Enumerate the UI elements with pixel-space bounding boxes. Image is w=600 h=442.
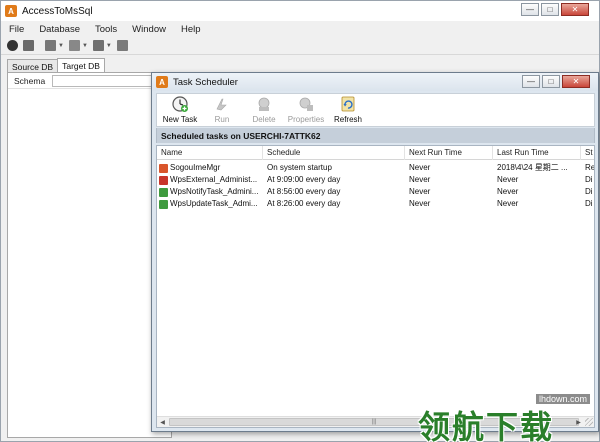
task-name-cell: WpsExternal_Administ... xyxy=(157,174,263,186)
new-task-button[interactable]: New Task xyxy=(159,94,201,126)
task-next-run: Never xyxy=(409,199,431,208)
script-icon[interactable] xyxy=(92,40,104,51)
properties-label: Properties xyxy=(287,115,325,124)
column-schedule[interactable]: Schedule xyxy=(263,146,405,160)
column-next-run-time[interactable]: Next Run Time xyxy=(405,146,493,160)
task-schedule: On system startup xyxy=(267,163,332,172)
import-icon[interactable] xyxy=(45,40,56,51)
column-last-run-time[interactable]: Last Run Time xyxy=(493,146,581,160)
ts-maximize-button[interactable]: □ xyxy=(542,75,560,88)
resize-grip-icon[interactable] xyxy=(585,418,593,426)
task-schedule: At 8:26:00 every day xyxy=(267,199,341,208)
table-row[interactable]: WpsUpdateTask_Admi... At 8:26:00 every d… xyxy=(157,198,594,210)
task-status: Di xyxy=(585,187,593,196)
wizard-icon[interactable] xyxy=(23,40,34,51)
export-icon[interactable] xyxy=(68,40,80,51)
new-task-icon xyxy=(172,96,188,112)
task-name: SogouImeMgr xyxy=(170,163,221,172)
task-icon xyxy=(159,199,168,209)
maximize-button[interactable]: □ xyxy=(541,3,559,16)
refresh-button[interactable]: Refresh xyxy=(327,94,369,126)
task-name: WpsNotifyTask_Admini... xyxy=(170,187,259,196)
task-schedule: At 9:09:00 every day xyxy=(267,175,341,184)
scheduled-tasks-banner: Scheduled tasks on USERCHI-7ATTK62 xyxy=(156,128,595,143)
main-window-title: AccessToMsSql xyxy=(22,5,93,17)
menu-database[interactable]: Database xyxy=(31,24,87,35)
refresh-label: Refresh xyxy=(333,115,362,124)
menu-bar: File Database Tools Window Help xyxy=(1,22,599,37)
main-toolbar: ▼ ▼ ▼ xyxy=(1,37,599,55)
task-status: Re xyxy=(585,163,595,172)
task-name: WpsUpdateTask_Admi... xyxy=(170,199,258,208)
script-dropdown-icon[interactable]: ▼ xyxy=(106,43,112,49)
properties-button[interactable]: Properties xyxy=(285,94,327,126)
task-last-run: 2018\4\24 星期二 ... xyxy=(497,163,568,172)
task-schedule: At 8:56:00 every day xyxy=(267,187,341,196)
minimize-button[interactable]: — xyxy=(521,3,539,16)
task-list-header: Name Schedule Next Run Time Last Run Tim… xyxy=(157,146,594,160)
task-next-run: Never xyxy=(409,187,431,196)
task-icon xyxy=(159,175,168,185)
table-row[interactable]: WpsNotifyTask_Admini... At 8:56:00 every… xyxy=(157,186,594,198)
task-last-run: Never xyxy=(497,187,519,196)
ts-minimize-button[interactable]: — xyxy=(522,75,540,88)
connect-icon[interactable] xyxy=(7,40,18,51)
stop-icon[interactable] xyxy=(116,40,128,51)
target-db-panel: Schema xyxy=(7,72,172,438)
close-button[interactable]: ✕ xyxy=(561,3,589,16)
menu-help[interactable]: Help xyxy=(173,24,208,35)
task-scheduler-window: A Task Scheduler — □ ✕ New Task Run Dele… xyxy=(151,72,599,432)
task-rows: SogouImeMgr On system startup Never 2018… xyxy=(157,162,595,210)
table-row[interactable]: WpsExternal_Administ... At 9:09:00 every… xyxy=(157,174,594,186)
column-name[interactable]: Name xyxy=(157,146,263,160)
delete-icon xyxy=(258,97,270,111)
ts-close-button[interactable]: ✕ xyxy=(562,75,590,88)
task-name-cell: WpsUpdateTask_Admi... xyxy=(157,198,263,210)
run-button[interactable]: Run xyxy=(201,94,243,126)
task-next-run: Never xyxy=(409,163,431,172)
task-scheduler-title-bar[interactable]: A Task Scheduler — □ ✕ xyxy=(152,73,598,91)
task-next-run: Never xyxy=(409,175,431,184)
task-icon xyxy=(159,187,168,197)
task-scheduler-title: Task Scheduler xyxy=(173,76,238,88)
menu-file[interactable]: File xyxy=(1,24,31,35)
task-last-run: Never xyxy=(497,175,519,184)
task-last-run: Never xyxy=(497,199,519,208)
task-scheduler-toolbar: New Task Run Delete Properties Refresh xyxy=(156,93,595,127)
task-name-cell: WpsNotifyTask_Admini... xyxy=(157,186,263,198)
delete-button[interactable]: Delete xyxy=(243,94,285,126)
scroll-left-icon[interactable]: ◀ xyxy=(157,417,168,427)
refresh-icon xyxy=(341,96,355,112)
app-icon: A xyxy=(5,5,17,17)
schema-row: Schema xyxy=(8,73,171,89)
run-label: Run xyxy=(214,115,230,124)
watermark-logo: 领航下载 xyxy=(418,408,555,442)
import-dropdown-icon[interactable]: ▼ xyxy=(58,43,64,49)
new-task-label: New Task xyxy=(162,115,198,124)
run-icon xyxy=(216,98,227,111)
task-status: Di xyxy=(585,199,593,208)
menu-window[interactable]: Window xyxy=(124,24,173,35)
task-icon xyxy=(159,163,168,173)
export-dropdown-icon[interactable]: ▼ xyxy=(82,43,88,49)
table-row[interactable]: SogouImeMgr On system startup Never 2018… xyxy=(157,162,595,174)
task-status: Di xyxy=(585,175,593,184)
column-status[interactable]: St xyxy=(581,146,594,160)
task-name-cell: SogouImeMgr xyxy=(157,162,263,174)
menu-tools[interactable]: Tools xyxy=(87,24,124,35)
task-scheduler-icon: A xyxy=(156,76,168,88)
properties-icon xyxy=(299,97,313,111)
task-scheduler-controls: — □ ✕ xyxy=(522,75,590,88)
scroll-right-icon[interactable]: ▶ xyxy=(573,417,584,427)
task-name: WpsExternal_Administ... xyxy=(170,175,258,184)
delete-label: Delete xyxy=(252,115,276,124)
task-list: Name Schedule Next Run Time Last Run Tim… xyxy=(156,145,595,428)
main-window-controls: — □ ✕ xyxy=(521,3,589,16)
main-title-bar[interactable]: A AccessToMsSql — □ ✕ xyxy=(1,1,599,21)
schema-label: Schema xyxy=(14,75,46,86)
